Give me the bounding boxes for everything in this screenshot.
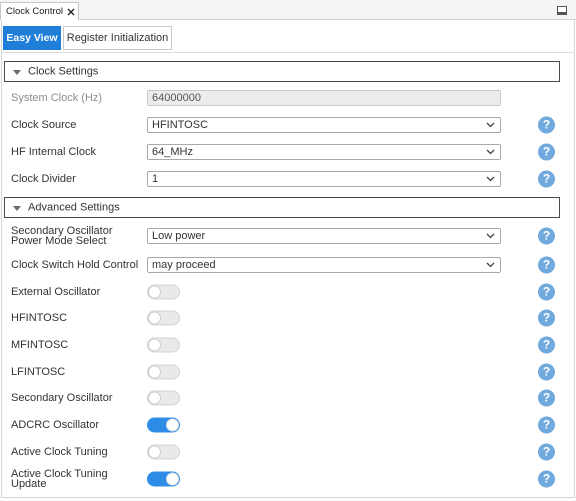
toggle-knob xyxy=(148,391,161,405)
clock-source-value: HFINTOSC xyxy=(152,119,209,131)
secondary-oscillator-help-icon[interactable]: ? xyxy=(538,389,555,407)
toggle-knob xyxy=(148,365,161,379)
hf-internal-clock-value: 64_MHz xyxy=(152,146,193,158)
secondary-oscillator-toggle[interactable] xyxy=(147,390,180,406)
tab-register-initialization[interactable]: Register Initialization xyxy=(63,26,172,50)
lfintosc-toggle[interactable] xyxy=(147,364,180,380)
row-active-clock-tuning: Active Clock Tuning ? xyxy=(0,439,576,465)
secondary-oscillator-power-mode-value: Low power xyxy=(152,230,206,242)
row-secondary-oscillator: Secondary Oscillator ? xyxy=(0,385,576,411)
row-hf-internal-clock: HF Internal Clock 64_MHz ? xyxy=(0,139,576,165)
row-mfintosc: MFINTOSC ? xyxy=(0,332,576,358)
chevron-down-icon xyxy=(486,233,495,239)
chevron-down-icon xyxy=(486,122,495,128)
hf-internal-clock-label: HF Internal Clock xyxy=(11,146,96,158)
section-header-advanced-settings[interactable]: Advanced Settings xyxy=(4,197,560,218)
external-oscillator-label: External Oscillator xyxy=(11,286,101,298)
row-secondary-oscillator-power-mode: Secondary Oscillator Power Mode Select L… xyxy=(0,223,576,249)
clock-switch-hold-control-select[interactable]: may proceed xyxy=(147,257,501,273)
hf-internal-clock-help-icon[interactable]: ? xyxy=(538,143,555,161)
row-active-clock-tuning-update: Active Clock Tuning Update ? xyxy=(0,466,576,492)
secondary-oscillator-label: Secondary Oscillator xyxy=(11,392,113,404)
secondary-oscillator-power-mode-help-icon[interactable]: ? xyxy=(538,227,555,245)
clock-divider-label: Clock Divider xyxy=(11,173,76,185)
clock-divider-value: 1 xyxy=(152,173,159,185)
row-system-clock: System Clock (Hz) 64000000 xyxy=(0,85,576,111)
clock-source-select[interactable]: HFINTOSC xyxy=(147,117,501,133)
clock-divider-select[interactable]: 1 xyxy=(147,171,501,187)
tab-clock-control[interactable]: Clock Control xyxy=(0,2,79,20)
caret-down-icon xyxy=(13,69,21,75)
row-clock-source: Clock Source HFINTOSC ? xyxy=(0,112,576,138)
row-clock-divider: Clock Divider 1 ? xyxy=(0,166,576,192)
row-external-oscillator: External Oscillator ? xyxy=(0,279,576,305)
tab-easy-view[interactable]: Easy View xyxy=(3,26,61,50)
toggle-knob xyxy=(148,445,161,459)
clock-control-window: Clock Control Easy View Register Initial… xyxy=(0,0,576,501)
toggle-knob xyxy=(148,285,161,299)
row-hfintosc: HFINTOSC ? xyxy=(0,305,576,331)
content-divider xyxy=(1,52,575,53)
adcrc-oscillator-label: ADCRC Oscillator xyxy=(11,419,100,431)
external-oscillator-toggle[interactable] xyxy=(147,284,180,300)
clock-switch-hold-control-value: may proceed xyxy=(152,259,216,271)
minimize-icon[interactable] xyxy=(557,6,567,15)
editor-tab-strip: Clock Control xyxy=(0,0,576,20)
mfintosc-label: MFINTOSC xyxy=(11,339,69,351)
section-title-clock-settings: Clock Settings xyxy=(28,65,99,77)
caret-down-icon xyxy=(13,205,21,211)
secondary-oscillator-power-mode-label: Secondary Oscillator Power Mode Select xyxy=(11,225,113,247)
chevron-down-icon xyxy=(486,176,495,182)
adcrc-oscillator-help-icon[interactable]: ? xyxy=(538,416,555,434)
hfintosc-help-icon[interactable]: ? xyxy=(538,309,555,327)
adcrc-oscillator-toggle[interactable] xyxy=(147,417,180,433)
row-adcrc-oscillator: ADCRC Oscillator ? xyxy=(0,412,576,438)
active-clock-tuning-toggle[interactable] xyxy=(147,444,180,460)
system-clock-field: 64000000 xyxy=(147,90,501,106)
lfintosc-help-icon[interactable]: ? xyxy=(538,363,555,381)
active-clock-tuning-help-icon[interactable]: ? xyxy=(538,443,555,461)
row-clock-switch-hold-control: Clock Switch Hold Control may proceed ? xyxy=(0,252,576,278)
clock-source-label: Clock Source xyxy=(11,119,77,131)
chevron-down-icon xyxy=(486,262,495,268)
system-clock-value: 64000000 xyxy=(152,92,201,104)
toggle-knob xyxy=(166,418,179,432)
hfintosc-label: HFINTOSC xyxy=(11,312,68,324)
mfintosc-help-icon[interactable]: ? xyxy=(538,336,555,354)
close-icon[interactable] xyxy=(67,8,75,16)
row-lfintosc: LFINTOSC ? xyxy=(0,359,576,385)
system-clock-label: System Clock (Hz) xyxy=(11,92,103,104)
active-clock-tuning-update-help-icon[interactable]: ? xyxy=(538,470,555,488)
clock-source-help-icon[interactable]: ? xyxy=(538,116,555,134)
hf-internal-clock-select[interactable]: 64_MHz xyxy=(147,144,501,160)
clock-divider-help-icon[interactable]: ? xyxy=(538,170,555,188)
active-clock-tuning-update-toggle[interactable] xyxy=(147,471,180,487)
secondary-oscillator-power-mode-select[interactable]: Low power xyxy=(147,228,501,244)
clock-switch-hold-control-help-icon[interactable]: ? xyxy=(538,256,555,274)
section-header-clock-settings[interactable]: Clock Settings xyxy=(4,61,560,82)
section-title-advanced-settings: Advanced Settings xyxy=(28,201,120,213)
toggle-knob xyxy=(148,311,161,325)
toggle-knob xyxy=(148,338,161,352)
hfintosc-toggle[interactable] xyxy=(147,310,180,326)
clock-switch-hold-control-label: Clock Switch Hold Control xyxy=(11,259,139,271)
active-clock-tuning-update-label: Active Clock Tuning Update xyxy=(11,468,108,490)
chevron-down-icon xyxy=(486,149,495,155)
external-oscillator-help-icon[interactable]: ? xyxy=(538,283,555,301)
toggle-knob xyxy=(166,472,179,486)
active-clock-tuning-label: Active Clock Tuning xyxy=(11,446,108,458)
lfintosc-label: LFINTOSC xyxy=(11,366,66,378)
tab-clock-control-label: Clock Control xyxy=(6,6,64,17)
mfintosc-toggle[interactable] xyxy=(147,337,180,353)
